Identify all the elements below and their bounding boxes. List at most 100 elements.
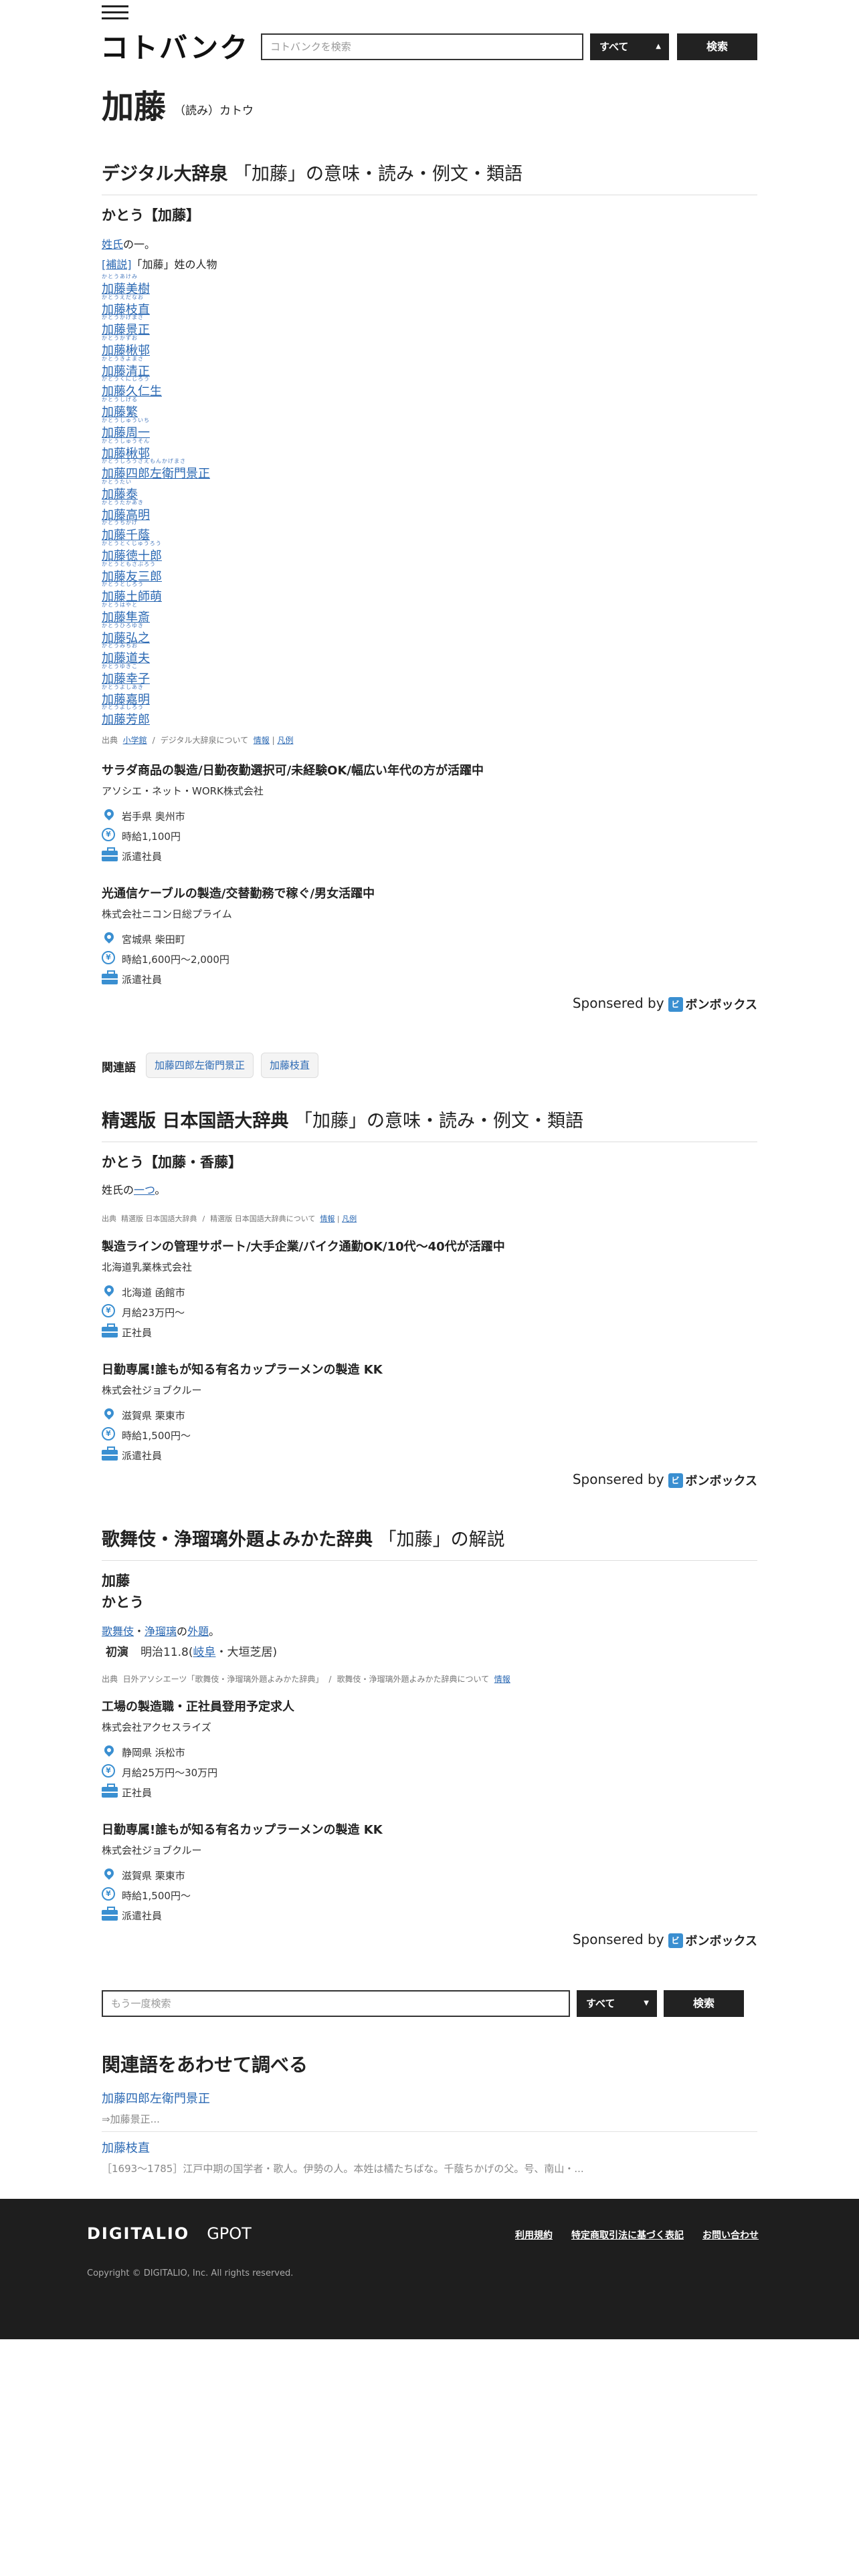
person-link[interactable]: かとうしゅうそん 加藤楸邨 [102, 437, 369, 461]
select-arrows-icon: ▼ [644, 2000, 649, 2007]
search-button[interactable]: 検索 [677, 33, 757, 60]
source-info-link[interactable]: 情報 [494, 1675, 510, 1684]
dict-name: 歌舞伎・浄瑠璃外題よみかた辞典 [102, 1529, 373, 1550]
source-publisher-link[interactable]: 小学館 [123, 736, 147, 745]
source-legend-link[interactable]: 凡例 [342, 1214, 357, 1223]
sponsor-line[interactable]: Sponsered by ビボンボックス [573, 1471, 757, 1489]
yen-icon: ¥ [102, 828, 116, 843]
source-label: 出典 [102, 1214, 116, 1223]
person-link[interactable]: かとうみちお 加藤道夫 [102, 642, 369, 665]
source-about: 精選版 日本国語大辞典について [210, 1214, 316, 1223]
person-link[interactable]: かとうゆきこ 加藤幸子 [102, 663, 369, 686]
footer-link-contact[interactable]: お問い合わせ [702, 2230, 759, 2241]
yen-icon: ¥ [102, 1887, 116, 1902]
person-link[interactable]: かとうとくじゅうろう 加藤徳十郎 [102, 540, 369, 563]
related-section-title: 関連語をあわせて調べる [102, 2054, 308, 2076]
person-link[interactable]: かとうちかげ 加藤千蔭 [102, 519, 369, 542]
job-title[interactable]: 製造ラインの管理サポート/大手企業/バイク通勤OK/10代〜40代が活躍中 [102, 1237, 505, 1255]
bottom-search-button[interactable]: 検索 [664, 1990, 744, 2017]
sponsor-line[interactable]: Sponsered by ビボンボックス [573, 995, 757, 1013]
related-item-desc: ［1693〜1785］江戸中期の国学者・歌人。伊勢の人。本姓は橘たちばな。千蔭ち… [102, 2163, 584, 2175]
bottom-search-input[interactable]: もう一度検索 [102, 1990, 570, 2017]
person-link[interactable]: かとうよしろう 加藤芳郎 [102, 704, 369, 727]
site-logo[interactable]: コトバンク [100, 25, 249, 66]
job-location-text: 静岡県 浜松市 [122, 1747, 185, 1759]
source-info-link[interactable]: 情報 [320, 1214, 335, 1223]
dict-suffix: 「加藤」の意味・読み・例文・類語 [233, 164, 523, 185]
footer-logo[interactable]: DIGITALIO GPOT [87, 2224, 252, 2243]
footer-link-terms[interactable]: 利用規約 [515, 2230, 553, 2241]
job-wage-text: 時給1,100円 [122, 831, 181, 843]
related-item[interactable]: 加藤四郎左衛門景正 ⇒加藤景正... [102, 2089, 757, 2132]
source-label: 出典 [102, 1675, 118, 1684]
headword: 加藤 （読み）カトウ [102, 80, 254, 127]
entry-title: かとう【加藤】 [102, 207, 200, 223]
person-link[interactable]: かとうかずお 加藤楸邨 [102, 334, 369, 358]
person-link[interactable]: かとうしゅういち 加藤周一 [102, 417, 369, 440]
related-item-title[interactable]: 加藤四郎左衛門景正 [102, 2089, 757, 2107]
person-link[interactable]: かとうあけみ 加藤美樹 [102, 273, 369, 296]
location-pin-icon [102, 1406, 116, 1422]
person-link[interactable]: かとうよしあき 加藤嘉明 [102, 683, 369, 707]
link-joruri[interactable]: 浄瑠璃 [145, 1625, 177, 1638]
source-line: 出典 日外アソシエーツ「歌舞伎・浄瑠璃外題よみかた辞典」 / 歌舞伎・浄瑠璃外題よみ… [102, 1675, 510, 1684]
sponsor-line[interactable]: Sponsered by ビボンボックス [573, 1931, 757, 1949]
sponsor-brand: ボンボックス [685, 998, 757, 1012]
person-link[interactable]: かとうくにじろう 加藤久仁生 [102, 375, 369, 399]
premiere-date: 明治11.8( [140, 1646, 193, 1659]
sponsor-label: Sponsered by [572, 995, 664, 1011]
bottom-scope-select[interactable]: すべて ▼ [577, 1990, 657, 2017]
job-title[interactable]: 日勤専属!誰もが知る有名カップラーメンの製造 KK [102, 1820, 383, 1838]
related-chip-1[interactable]: 加藤枝直 [261, 1053, 319, 1078]
person-link[interactable]: かとうかげまさ 加藤景正 [102, 314, 369, 337]
link-hosetsu[interactable]: [補説] [102, 258, 132, 271]
location-pin-icon [102, 1743, 116, 1759]
job-type-text: 派遣社員 [122, 1450, 163, 1462]
footer-link-commerce[interactable]: 特定商取引法に基づく表記 [571, 2230, 684, 2241]
person-link[interactable]: かとうえだなお 加藤枝直 [102, 294, 369, 317]
related-item-title[interactable]: 加藤枝直 [102, 2139, 757, 2156]
entry-title: かとう【加藤・香藤】 [102, 1154, 242, 1170]
link-gedai[interactable]: 外題 [187, 1625, 209, 1638]
menu-icon[interactable] [102, 5, 128, 20]
entry-title: 加藤 [102, 1573, 130, 1589]
yen-icon: ¥ [102, 1304, 116, 1319]
person-link[interactable]: かとうとしろう 加藤土師萌 [102, 580, 369, 604]
supplement-text: 「加藤」姓の人物 [131, 258, 217, 271]
person-link[interactable]: かとうたかあき 加藤高明 [102, 499, 369, 522]
scope-select[interactable]: すべて ▲ [590, 33, 669, 60]
sponsor-brand: ボンボックス [685, 1474, 757, 1489]
job-wage-text: 月給23万円〜 [122, 1307, 185, 1319]
headword-reading: （読み）カトウ [174, 104, 254, 118]
job-type-text: 正社員 [122, 1787, 153, 1799]
job-company: 株式会社ジョブクルー [102, 1844, 202, 1856]
person-link[interactable]: かとうきよまさ 加藤清正 [102, 355, 369, 379]
job-title[interactable]: 光通信ケーブルの製造/交替勤務で稼ぐ/男女活躍中 [102, 884, 375, 901]
person-link[interactable]: かとうしげる 加藤繁 [102, 396, 369, 419]
source-legend-link[interactable]: 凡例 [277, 736, 293, 745]
sponsor-label: Sponsered by [572, 1471, 664, 1487]
premiere-place: ・大垣芝居) [215, 1646, 278, 1659]
job-title[interactable]: 日勤専属!誰もが知る有名カップラーメンの製造 KK [102, 1360, 383, 1378]
location-pin-icon [102, 1283, 116, 1299]
person-link[interactable]: かとうはやと 加藤隼斎 [102, 601, 369, 625]
job-title[interactable]: サラダ商品の製造/日勤夜勤選択可/未経験OK/幅広い年代の方が活躍中 [102, 761, 484, 778]
source-info-link[interactable]: 情報 [254, 736, 270, 745]
related-chip-0[interactable]: 加藤四郎左衛門景正 [146, 1053, 254, 1078]
person-name[interactable]: 加藤芳郎 [102, 710, 150, 728]
link-seishi[interactable]: 姓氏 [102, 238, 123, 251]
briefcase-icon [102, 970, 118, 986]
person-link[interactable]: かとうともさぶろう 加藤友三郎 [102, 560, 369, 584]
job-title[interactable]: 工場の製造職・正社員登用予定求人 [102, 1697, 294, 1715]
search-input[interactable]: コトバンクを検索 [261, 33, 583, 60]
section-title-nikkoku: 精選版 日本国語大辞典 「加藤」の意味・読み・例文・類語 [102, 1106, 757, 1142]
link-gifu[interactable]: 岐阜 [193, 1646, 215, 1659]
source-line: 出典 小学館 / デジタル大辞泉について 情報 | 凡例 [102, 736, 294, 745]
link-kabuki[interactable]: 歌舞伎 [102, 1625, 134, 1638]
job-company: 北海道乳業株式会社 [102, 1261, 193, 1273]
person-link[interactable]: かとうひろゆき 加藤弘之 [102, 622, 369, 645]
person-link[interactable]: かとうたい 加藤泰 [102, 478, 369, 502]
link-hitotsu[interactable]: 一つ [134, 1184, 155, 1196]
related-item[interactable]: 加藤枝直 ［1693〜1785］江戸中期の国学者・歌人。伊勢の人。本姓は橘たちばな… [102, 2139, 757, 2181]
person-link[interactable]: かとうしろうざえもんかげまさ 加藤四郎左衛門景正 [102, 457, 369, 481]
